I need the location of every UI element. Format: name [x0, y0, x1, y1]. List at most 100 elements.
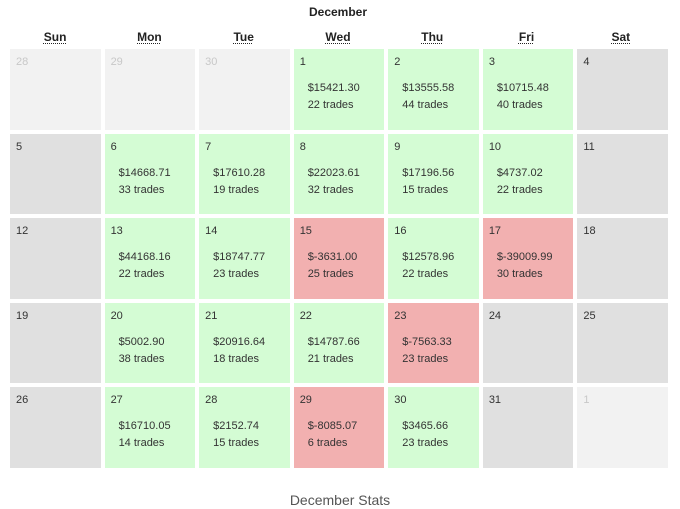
calendar-day-cell[interactable]: 24	[482, 302, 574, 383]
calendar-day-cell[interactable]: 29 $-8085.07 6 trades	[293, 387, 385, 468]
day-number: 29	[299, 394, 312, 406]
day-pnl: $18747.77	[213, 251, 266, 263]
calendar-day-cell[interactable]: 2 $13555.58 44 trades	[388, 49, 479, 130]
calendar-day-cell[interactable]: 10 $4737.02 22 trades	[482, 133, 574, 214]
day-pnl: $3465.66	[402, 420, 449, 432]
day-number: 19	[16, 309, 29, 322]
calendar-day-cell[interactable]: 17 $-39009.99 30 trades	[482, 218, 574, 299]
day-number: 5	[16, 140, 23, 153]
day-trade-count: 23 trades	[402, 352, 449, 365]
day-trade-count: 21 trades	[307, 352, 354, 365]
day-trade-count: 22 trades	[496, 183, 543, 196]
calendar-day-cell[interactable]: 31	[482, 387, 574, 468]
calendar-day-cell[interactable]: 22 $14787.66 21 trades	[293, 302, 385, 383]
calendar-day-cell[interactable]: 5	[10, 133, 101, 214]
calendar-day-cell[interactable]: 3 $10715.48 40 trades	[482, 49, 574, 130]
calendar-day-cell: 28	[10, 49, 101, 130]
day-pnl: $13555.58	[402, 82, 455, 94]
calendar-day-cell[interactable]: 1 $15421.30 22 trades	[293, 49, 385, 130]
day-number: 28	[205, 394, 218, 406]
weekday-thu: Thu	[421, 30, 444, 44]
day-pnl: $2152.74	[213, 420, 260, 432]
day-pnl: $4737.02	[496, 166, 543, 179]
calendar-day-cell[interactable]: 9 $17196.56 15 trades	[388, 133, 479, 214]
day-number: 30	[205, 56, 218, 68]
day-trade-count: 33 trades	[118, 183, 165, 196]
day-pnl: $17610.28	[213, 166, 266, 179]
day-number: 8	[299, 140, 306, 153]
calendar-day-cell[interactable]: 12	[10, 218, 101, 299]
calendar-day-cell[interactable]: 18	[577, 218, 668, 299]
day-trade-count: 14 trades	[118, 437, 165, 449]
calendar-day-cell[interactable]: 30 $3465.66 23 trades	[388, 387, 479, 468]
day-pnl: $-8085.07	[307, 420, 358, 432]
calendar-day-cell[interactable]: 8 $22023.61 32 trades	[293, 133, 385, 214]
calendar-grid: 28 29 30 1 $15421.30 22 trades 2 $13555.58 44 tr…	[10, 49, 668, 468]
weekday-sun: Sun	[43, 30, 67, 44]
day-pnl: $15421.30	[307, 82, 360, 94]
day-trade-count: 6 trades	[307, 437, 348, 449]
calendar-day-cell[interactable]: 25	[577, 302, 668, 383]
calendar-day-cell[interactable]: 13 $44168.16 22 trades	[104, 218, 196, 299]
day-number: 21	[205, 309, 218, 322]
day-number: 9	[394, 140, 401, 153]
weekday-fri: Fri	[518, 30, 535, 44]
calendar-day-cell[interactable]: 23 $-7563.33 23 trades	[388, 302, 479, 383]
weekday-mon: Mon	[137, 30, 162, 44]
calendar-day-cell[interactable]: 16 $12578.96 22 trades	[388, 218, 479, 299]
day-trade-count: 18 trades	[213, 352, 259, 365]
day-trade-count: 22 trades	[307, 99, 354, 111]
day-pnl: $12578.96	[402, 251, 455, 263]
day-number: 11	[583, 140, 595, 153]
day-trade-count: 15 trades	[402, 183, 449, 196]
calendar-day-cell[interactable]: 21 $20916.64 18 trades	[199, 302, 290, 383]
day-number: 22	[299, 309, 312, 322]
calendar-day-cell[interactable]: 20 $5002.90 38 trades	[104, 302, 196, 383]
day-number: 4	[583, 56, 590, 68]
day-number: 18	[583, 225, 596, 237]
day-number: 7	[205, 140, 212, 153]
day-pnl: $5002.90	[118, 335, 165, 348]
day-number: 23	[394, 309, 407, 322]
calendar-day-cell[interactable]: 7 $17610.28 19 trades	[199, 133, 290, 214]
day-trade-count: 38 trades	[118, 352, 165, 365]
day-trade-count: 40 trades	[496, 99, 543, 111]
day-trade-count: 22 trades	[402, 268, 449, 280]
day-number: 1	[299, 56, 306, 68]
day-number: 14	[205, 225, 218, 237]
day-pnl: $14787.66	[307, 335, 360, 348]
day-number: 31	[488, 394, 502, 406]
day-pnl: $16710.05	[118, 420, 171, 432]
calendar-day-cell[interactable]: 26	[10, 387, 101, 468]
day-number: 30	[394, 394, 407, 406]
day-number: 24	[488, 309, 502, 322]
day-number: 3	[488, 56, 495, 68]
weekday-header: Sun Mon Tue Wed Thu Fri Sat	[10, 30, 666, 44]
calendar-day-cell[interactable]: 15 $-3631.00 25 trades	[293, 218, 385, 299]
stats-title: December Stats	[289, 492, 391, 508]
day-pnl: $44168.16	[118, 251, 171, 263]
calendar-day-cell[interactable]: 4	[577, 49, 668, 130]
day-number: 1	[583, 394, 590, 406]
day-number: 25	[583, 309, 596, 322]
day-number: 28	[16, 56, 29, 68]
weekday-sat: Sat	[611, 30, 631, 44]
calendar-day-cell[interactable]: 19	[10, 302, 101, 383]
day-trade-count: 22 trades	[118, 268, 165, 280]
day-number: 17	[488, 225, 502, 237]
day-number: 13	[110, 225, 123, 237]
day-pnl: $17196.56	[402, 166, 455, 179]
day-pnl: $14668.71	[118, 166, 171, 179]
calendar-day-cell[interactable]: 14 $18747.77 23 trades	[199, 218, 290, 299]
day-pnl: $20916.64	[213, 335, 266, 348]
calendar-day-cell[interactable]: 27 $16710.05 14 trades	[104, 387, 196, 468]
calendar-day-cell[interactable]: 11	[577, 133, 668, 214]
calendar-day-cell: 29	[104, 49, 196, 130]
day-number: 12	[16, 225, 29, 237]
day-number: 20	[110, 309, 123, 322]
calendar-day-cell[interactable]: 6 $14668.71 33 trades	[104, 133, 196, 214]
calendar-day-cell[interactable]: 28 $2152.74 15 trades	[199, 387, 290, 468]
day-number: 6	[110, 140, 117, 153]
day-trade-count: 15 trades	[213, 437, 259, 449]
day-trade-count: 23 trades	[213, 268, 259, 280]
